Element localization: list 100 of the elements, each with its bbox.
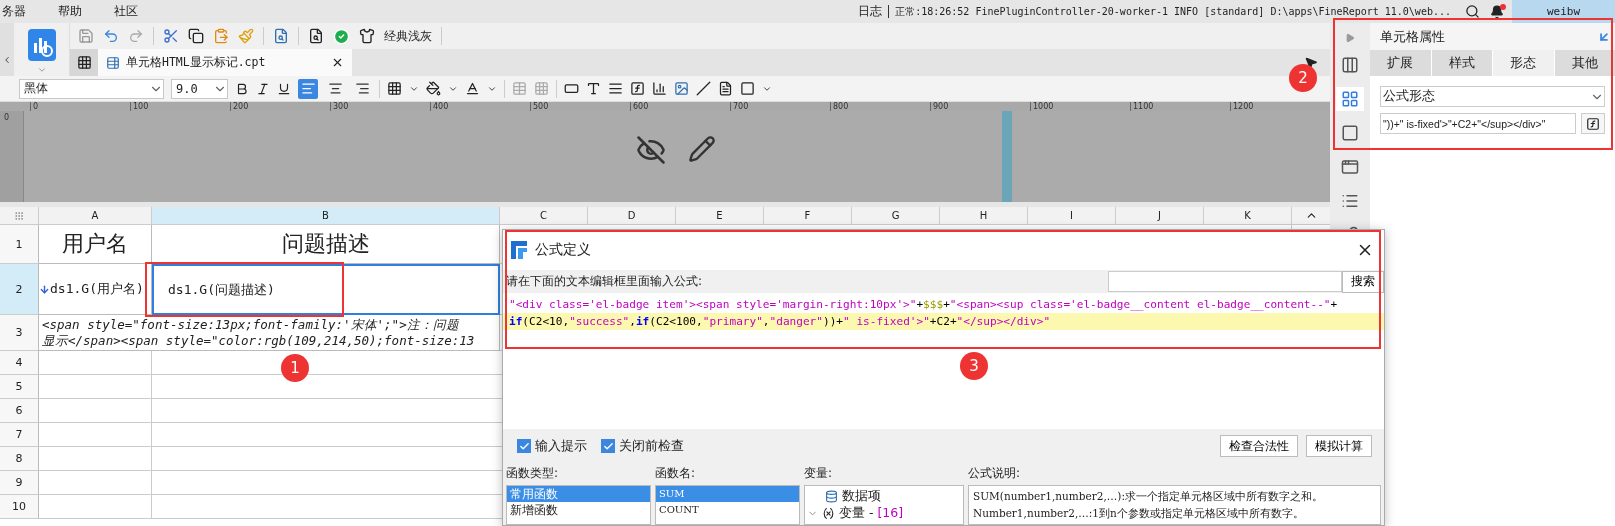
field-icon[interactable] — [564, 81, 579, 96]
list-item[interactable]: COUNT — [656, 502, 799, 518]
checkbox[interactable] — [517, 439, 531, 453]
cell-properties-icon[interactable] — [1336, 87, 1364, 111]
chart-icon[interactable] — [652, 81, 667, 96]
bell-icon[interactable] — [1490, 4, 1504, 19]
row-header[interactable]: 5 — [0, 375, 39, 399]
description-text: SUM(number1,number2,…):求一个指定单元格区域中所有数字之和。 — [972, 489, 1324, 504]
logo-icon[interactable] — [27, 29, 56, 61]
check-icon[interactable] — [333, 27, 350, 45]
border-box-icon[interactable] — [740, 81, 755, 96]
close-icon[interactable] — [331, 56, 344, 69]
column-header[interactable]: J — [1116, 207, 1204, 225]
formula-icon[interactable] — [630, 81, 645, 96]
dialog-button[interactable]: 检查合法性 — [1220, 435, 1298, 457]
table-cell[interactable]: ds1.G(用户名) — [39, 264, 152, 315]
row-header[interactable]: 9 — [0, 471, 39, 495]
column-label: 变量: — [804, 464, 834, 482]
underline-icon[interactable] — [277, 81, 291, 96]
dialog-button[interactable]: 模拟计算 — [1306, 435, 1372, 457]
undo-icon[interactable] — [103, 28, 119, 44]
copy-icon[interactable] — [188, 28, 204, 44]
border-icon[interactable] — [387, 81, 402, 96]
row-header[interactable]: 8 — [0, 447, 39, 471]
add-sheet-button[interactable] — [70, 49, 98, 76]
grid-icon[interactable] — [76, 55, 92, 70]
app-logo-icon — [511, 241, 527, 259]
search-button[interactable]: 搜索 — [1342, 270, 1384, 293]
row-header[interactable]: 1 — [0, 225, 39, 264]
table-cell[interactable]: ds1.G(问题描述) — [152, 264, 500, 315]
cell-text: 显示</span><span style="color:rgb(109,214,50);font-size:13 — [42, 332, 476, 349]
column-header[interactable]: D — [588, 207, 676, 225]
column-header[interactable]: F — [764, 207, 852, 225]
formula-button[interactable] — [1581, 113, 1605, 134]
table-cell[interactable] — [39, 351, 152, 375]
function-icon[interactable] — [1586, 116, 1600, 131]
row-header[interactable]: 6 — [0, 399, 39, 423]
log-link[interactable]: 日志 — [858, 3, 883, 20]
row-header[interactable]: 10 — [0, 495, 39, 519]
column-header[interactable]: B — [152, 207, 500, 225]
document-icon[interactable] — [718, 81, 733, 96]
row-header[interactable]: 2 — [0, 264, 39, 315]
presentation-select[interactable]: 公式形态 — [1380, 86, 1605, 107]
panel-title: 单元格属性 — [1380, 27, 1445, 46]
column-header[interactable]: K — [1204, 207, 1292, 225]
tree-item[interactable]: 变量 - [16] — [839, 505, 904, 522]
slash-icon[interactable] — [696, 81, 711, 96]
column-label: 函数类型: — [506, 464, 560, 482]
text-search-icon[interactable] — [273, 28, 289, 44]
cut-icon[interactable] — [163, 28, 179, 44]
size-select[interactable]: 9.0 — [171, 78, 228, 99]
row-header[interactable]: 7 — [0, 423, 39, 447]
dialog-title: 公式定义 — [535, 241, 592, 259]
row-header[interactable]: 4 — [0, 351, 39, 375]
document-tab[interactable]: 单元格HTML显示标记.cpt — [98, 49, 352, 76]
eye-off-icon[interactable] — [636, 135, 666, 165]
formula-field[interactable]: "))+" is-fixed'>"+C2+"</sup></div>" — [1380, 113, 1576, 134]
row-header[interactable]: 3 — [0, 315, 39, 351]
bold-icon[interactable] — [235, 81, 249, 96]
search-icon[interactable] — [1465, 4, 1480, 19]
panel-tab[interactable]: 样式 — [1431, 50, 1492, 76]
search-field[interactable] — [1108, 271, 1342, 292]
panel-tab[interactable]: 扩展 — [1370, 50, 1431, 76]
theme-button[interactable]: 经典浅灰 — [384, 27, 432, 45]
table-cell[interactable]: 问题描述 — [152, 225, 500, 264]
column-header[interactable]: E — [676, 207, 764, 225]
column-header[interactable]: A — [39, 207, 152, 225]
table-cell[interactable] — [39, 447, 152, 471]
column-header[interactable]: H — [940, 207, 1028, 225]
text-icon[interactable] — [586, 81, 601, 96]
user-name[interactable]: weibw — [1512, 0, 1615, 23]
italic-icon[interactable] — [256, 81, 270, 96]
table-cell[interactable] — [39, 399, 152, 423]
column-header[interactable]: G — [852, 207, 940, 225]
paragraph-icon[interactable] — [608, 81, 623, 96]
column-header[interactable]: I — [1028, 207, 1116, 225]
preview-icon[interactable] — [308, 28, 324, 44]
menu-item[interactable]: 帮助 — [58, 3, 82, 20]
checkbox-label: 关闭前检查 — [619, 437, 684, 455]
menu-item[interactable]: 社区 — [114, 3, 138, 20]
column-header[interactable]: C — [500, 207, 588, 225]
checkbox-label: 输入提示 — [535, 437, 587, 455]
menu-item[interactable]: 务器 — [2, 3, 26, 20]
table-cell[interactable] — [39, 471, 152, 495]
image-icon[interactable] — [674, 81, 689, 96]
tree-item[interactable]: 数据项 — [842, 488, 881, 505]
shirt-icon[interactable] — [359, 28, 375, 44]
prompt-text: 请在下面的文本编辑框里面输入公式: — [506, 273, 704, 290]
checkbox[interactable] — [601, 439, 615, 453]
table-cell[interactable]: 用户名 — [39, 225, 152, 264]
panel-tab[interactable]: 其他 — [1554, 50, 1615, 76]
table-cell[interactable] — [39, 423, 152, 447]
table-cell[interactable] — [39, 495, 152, 519]
font-select[interactable]: 黑体 — [19, 78, 164, 99]
table-cell[interactable] — [39, 375, 152, 399]
fill-color-icon[interactable] — [426, 81, 441, 96]
panel-tab[interactable]: 形态 — [1493, 50, 1554, 76]
list-item[interactable]: 新增函数 — [507, 502, 650, 518]
font-color-icon[interactable] — [465, 81, 480, 96]
pencil-icon[interactable] — [688, 135, 716, 163]
